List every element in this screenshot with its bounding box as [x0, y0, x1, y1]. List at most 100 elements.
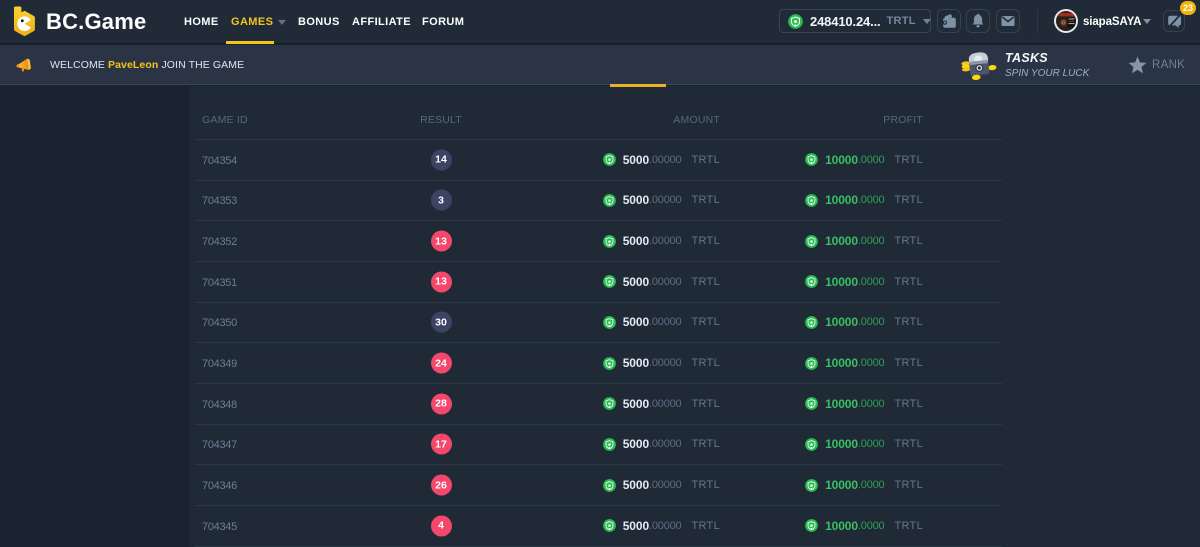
profit-decimals: .0000	[858, 520, 885, 532]
cell-result: 17	[420, 434, 462, 455]
cell-amount: 5000 .00000 TRTL	[603, 519, 720, 533]
result-badge: 17	[431, 434, 452, 455]
tasks-widget[interactable]: TASKS SPIN YOUR LUCK	[1005, 52, 1089, 79]
amount-decimals: .00000	[649, 520, 681, 532]
main-content: GAME ID RESULT AMOUNT PROFIT 704354 14	[0, 86, 1200, 547]
messages-button[interactable]	[996, 9, 1020, 33]
tasks-subtitle: SPIN YOUR LUCK	[1005, 68, 1089, 79]
cell-profit: 10000 .0000 TRTL	[805, 315, 923, 329]
table-row[interactable]: 704350 30 5000 .00000 TRTL	[195, 303, 1002, 344]
trtl-coin-icon	[805, 438, 818, 451]
trtl-coin-icon	[603, 438, 616, 451]
cell-amount: 5000 .00000 TRTL	[603, 437, 720, 451]
treasure-chest-icon[interactable]	[959, 49, 999, 82]
cell-game-id: 704351	[202, 277, 237, 289]
profit-currency: TRTL	[894, 276, 923, 288]
cell-game-id: 704346	[202, 480, 237, 492]
amount-integer: 5000	[623, 397, 649, 411]
table-row[interactable]: 704346 26 5000 .00000 TRTL	[195, 465, 1002, 506]
header-game-id: GAME ID	[202, 114, 248, 126]
trtl-coin-icon	[805, 275, 818, 288]
profit-integer: 10000	[825, 356, 858, 370]
table-row[interactable]: 704354 14 5000 .00000 TRTL	[195, 140, 1002, 181]
table-row[interactable]: 704345 4 5000 .00000 TRTL	[195, 506, 1002, 547]
result-badge: 28	[431, 393, 452, 414]
profit-decimals: .0000	[858, 276, 885, 288]
game-panel: GAME ID RESULT AMOUNT PROFIT 704354 14	[190, 86, 1200, 547]
nav-home-label: HOME	[184, 0, 219, 44]
cell-amount: 5000 .00000 TRTL	[603, 234, 720, 248]
rank-star-icon	[1128, 56, 1147, 74]
megaphone-icon	[16, 58, 33, 72]
balance-selector[interactable]: 248410.24... TRTL	[779, 9, 931, 33]
chevron-down-icon	[923, 19, 931, 24]
trtl-coin-icon	[603, 153, 616, 166]
profit-decimals: .0000	[858, 154, 885, 166]
profit-decimals: .0000	[858, 235, 885, 247]
welcome-username: PaveLeon	[108, 59, 158, 71]
nav-item-forum[interactable]: FORUM	[422, 0, 464, 44]
rank-button[interactable]: RANK	[1152, 45, 1185, 85]
profit-decimals: .0000	[858, 438, 885, 450]
result-badge: 4	[431, 515, 452, 536]
table-row[interactable]: 704349 24 5000 .00000 TRTL	[195, 343, 1002, 384]
username[interactable]: siapaSAYA	[1083, 0, 1141, 44]
cell-amount: 5000 .00000 TRTL	[603, 275, 720, 289]
nav-item-bonus[interactable]: BONUS	[298, 0, 340, 44]
table-row[interactable]: 704347 17 5000 .00000 TRTL	[195, 425, 1002, 466]
avatar[interactable]	[1054, 9, 1078, 33]
wallet-button[interactable]	[937, 9, 961, 33]
amount-integer: 5000	[623, 193, 649, 207]
nav-item-affiliate[interactable]: AFFILIATE	[352, 0, 411, 44]
header-result: RESULT	[420, 114, 462, 126]
profit-integer: 10000	[825, 275, 858, 289]
profit-integer: 10000	[825, 397, 858, 411]
welcome-message: WELCOME PaveLeon JOIN THE GAME	[50, 45, 244, 85]
table-body: 704354 14 5000 .00000 TRTL	[195, 140, 1002, 547]
table-row[interactable]: 704351 13 5000 .00000 TRTL	[195, 262, 1002, 303]
trtl-coin-icon	[603, 316, 616, 329]
bc-game-page: BC.Game HOME GAMES BONUS AFFILIATE FORUM…	[0, 0, 1200, 547]
cell-profit: 10000 .0000 TRTL	[805, 519, 923, 533]
brand-title[interactable]: BC.Game	[46, 0, 146, 44]
top-navbar: BC.Game HOME GAMES BONUS AFFILIATE FORUM…	[0, 0, 1200, 44]
cell-amount: 5000 .00000 TRTL	[603, 478, 720, 492]
mail-icon	[999, 12, 1017, 30]
amount-currency: TRTL	[691, 316, 720, 328]
table-row[interactable]: 704352 13 5000 .00000 TRTL	[195, 221, 1002, 262]
notifications-button[interactable]	[966, 9, 990, 33]
amount-currency: TRTL	[691, 438, 720, 450]
profit-integer: 10000	[825, 153, 858, 167]
nav-item-games[interactable]: GAMES	[231, 0, 286, 44]
profit-currency: TRTL	[894, 438, 923, 450]
balance-amount: 248410.24...	[810, 14, 881, 29]
trtl-coin-icon	[805, 479, 818, 492]
cell-result: 13	[420, 231, 462, 252]
nav-item-home[interactable]: HOME	[184, 0, 219, 44]
tasks-title: TASKS	[1005, 52, 1089, 65]
nav-games-label: GAMES	[231, 0, 273, 44]
cell-amount: 5000 .00000 TRTL	[603, 315, 720, 329]
trtl-coin-icon	[805, 357, 818, 370]
trtl-coin-icon	[603, 275, 616, 288]
amount-integer: 5000	[623, 519, 649, 533]
profit-currency: TRTL	[894, 357, 923, 369]
result-badge: 13	[431, 231, 452, 252]
table-row[interactable]: 704348 28 5000 .00000 TRTL	[195, 384, 1002, 425]
amount-decimals: .00000	[649, 438, 681, 450]
cell-result: 3	[420, 190, 462, 211]
cell-amount: 5000 .00000 TRTL	[603, 356, 720, 370]
amount-integer: 5000	[623, 153, 649, 167]
amount-decimals: .00000	[649, 479, 681, 491]
cell-profit: 10000 .0000 TRTL	[805, 153, 923, 167]
bcgame-logo-icon[interactable]	[11, 5, 37, 39]
active-nav-underline	[226, 41, 274, 44]
table-header-row: GAME ID RESULT AMOUNT PROFIT	[195, 86, 1002, 140]
result-badge: 30	[431, 312, 452, 333]
amount-integer: 5000	[623, 437, 649, 451]
result-badge: 13	[431, 271, 452, 292]
trtl-coin-icon	[603, 235, 616, 248]
table-row[interactable]: 704353 3 5000 .00000 TRTL	[195, 181, 1002, 222]
profit-currency: TRTL	[894, 154, 923, 166]
cell-amount: 5000 .00000 TRTL	[603, 397, 720, 411]
